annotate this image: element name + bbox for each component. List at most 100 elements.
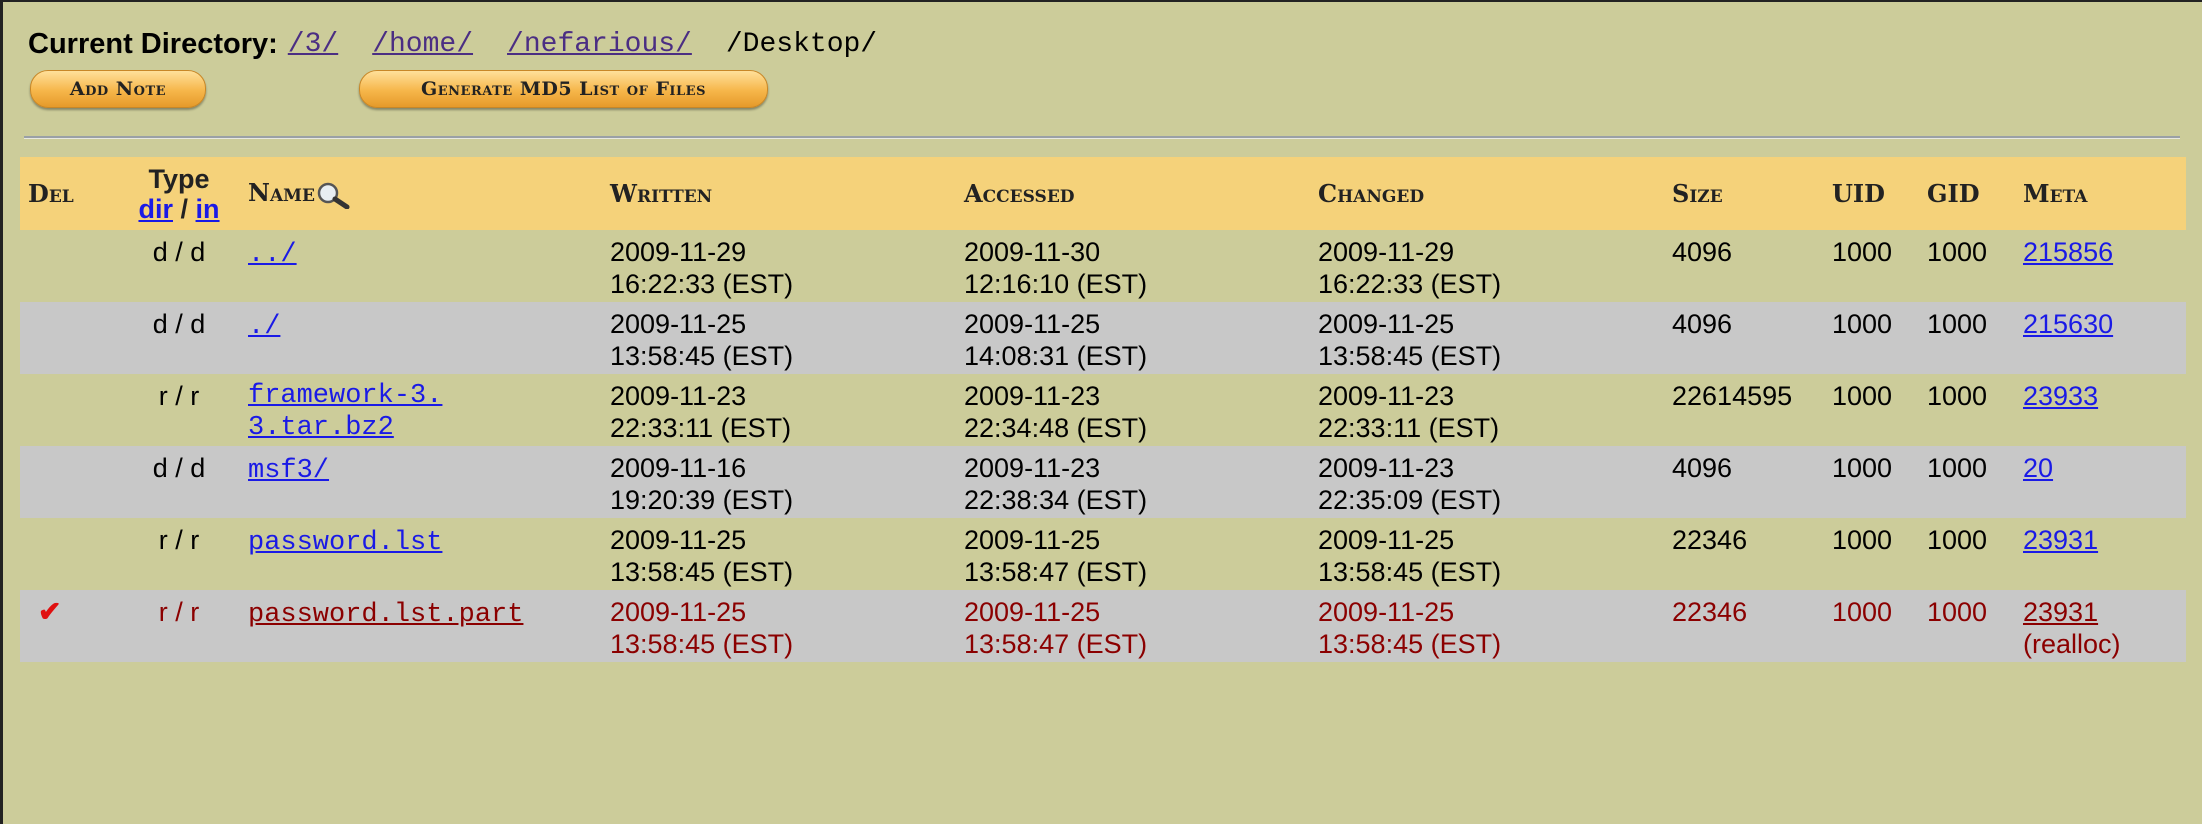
written-date: 2009-11-25 bbox=[610, 309, 747, 339]
size-cell: 4096 bbox=[1672, 309, 1733, 339]
meta-cell: 215630 bbox=[2015, 302, 2186, 374]
changed-time: 22:35:09 (EST) bbox=[1318, 485, 1502, 515]
name-cell: msf3/ bbox=[240, 446, 602, 518]
type-header-label: Type bbox=[148, 163, 210, 194]
changed-time: 13:58:45 (EST) bbox=[1318, 629, 1502, 659]
magnifier-icon[interactable] bbox=[315, 181, 355, 210]
accessed-date: 2009-11-25 bbox=[964, 525, 1101, 555]
written-cell: 2009-11-29 16:22:33 (EST) bbox=[602, 230, 956, 302]
del-cell bbox=[20, 374, 110, 446]
col-header-uid: UID bbox=[1832, 179, 1885, 208]
name-cell: framework-3.3.tar.bz2 bbox=[240, 374, 602, 446]
generate-md5-button[interactable]: Generate MD5 List of Files bbox=[359, 70, 768, 108]
meta-cell: 20 bbox=[2015, 446, 2186, 518]
file-name-link[interactable]: ../ bbox=[248, 240, 297, 270]
file-listing-table: Del Type dir / in Name Written Accessed … bbox=[20, 157, 2186, 662]
generate-md5-label: Generate MD5 List of Files bbox=[421, 78, 706, 100]
written-date: 2009-11-29 bbox=[610, 237, 747, 267]
del-cell bbox=[20, 230, 110, 302]
changed-cell: 2009-11-25 13:58:45 (EST) bbox=[1310, 302, 1664, 374]
file-name-link[interactable]: msf3/ bbox=[248, 456, 329, 486]
accessed-date: 2009-11-23 bbox=[964, 453, 1101, 483]
window-left-border bbox=[0, 0, 3, 824]
changed-time: 13:58:45 (EST) bbox=[1318, 557, 1502, 587]
meta-extra: (realloc) bbox=[2023, 629, 2121, 659]
divider bbox=[24, 136, 2180, 139]
meta-cell: 23931 (realloc) bbox=[2015, 590, 2186, 662]
changed-cell: 2009-11-23 22:33:11 (EST) bbox=[1310, 374, 1664, 446]
col-header-name: Name bbox=[240, 157, 602, 230]
gid-cell: 1000 bbox=[1927, 597, 1988, 627]
add-note-button[interactable]: Add Note bbox=[30, 70, 206, 108]
type-cell: d / d bbox=[152, 309, 206, 339]
meta-cell: 23933 bbox=[2015, 374, 2186, 446]
changed-date: 2009-11-23 bbox=[1318, 453, 1455, 483]
written-time: 13:58:45 (EST) bbox=[610, 629, 794, 659]
written-date: 2009-11-25 bbox=[610, 597, 747, 627]
type-cell: r / r bbox=[158, 597, 200, 627]
del-cell: ✔ bbox=[20, 590, 110, 662]
changed-time: 16:22:33 (EST) bbox=[1318, 269, 1502, 299]
written-cell: 2009-11-23 22:33:11 (EST) bbox=[602, 374, 956, 446]
type-cell: r / r bbox=[158, 525, 200, 555]
meta-link[interactable]: 23933 bbox=[2023, 381, 2098, 411]
file-name-link[interactable]: ./ bbox=[248, 312, 280, 342]
gid-cell: 1000 bbox=[1927, 309, 1988, 339]
type-cell: d / d bbox=[152, 453, 206, 483]
meta-link[interactable]: 20 bbox=[2023, 453, 2053, 483]
add-note-label: Add Note bbox=[69, 78, 167, 100]
accessed-date: 2009-11-25 bbox=[964, 597, 1101, 627]
accessed-cell: 2009-11-23 22:38:34 (EST) bbox=[956, 446, 1310, 518]
accessed-time: 13:58:47 (EST) bbox=[964, 629, 1148, 659]
accessed-cell: 2009-11-30 12:16:10 (EST) bbox=[956, 230, 1310, 302]
accessed-date: 2009-11-30 bbox=[964, 237, 1101, 267]
type-sep: / bbox=[180, 193, 189, 224]
changed-date: 2009-11-23 bbox=[1318, 381, 1455, 411]
table-row: d / d ./ 2009-11-25 13:58:45 (EST) 2009-1… bbox=[20, 302, 2186, 374]
written-cell: 2009-11-16 19:20:39 (EST) bbox=[602, 446, 956, 518]
file-name-link[interactable]: password.lst bbox=[248, 528, 442, 558]
size-cell: 22346 bbox=[1672, 525, 1748, 555]
meta-link[interactable]: 215856 bbox=[2023, 237, 2113, 267]
path-segment-3[interactable]: /3/ bbox=[288, 29, 338, 60]
meta-link[interactable]: 23931 bbox=[2023, 525, 2098, 555]
meta-link[interactable]: 215630 bbox=[2023, 309, 2113, 339]
changed-date: 2009-11-25 bbox=[1318, 597, 1455, 627]
written-time: 22:33:11 (EST) bbox=[610, 413, 792, 443]
table-row: ✔ r / r password.lst.part 2009-11-25 13:5… bbox=[20, 590, 2186, 662]
table-header-row: Del Type dir / in Name Written Accessed … bbox=[20, 157, 2186, 230]
changed-cell: 2009-11-23 22:35:09 (EST) bbox=[1310, 446, 1664, 518]
file-name-link[interactable]: framework-3.3.tar.bz2 bbox=[248, 380, 448, 444]
path-segment-home[interactable]: /home/ bbox=[372, 29, 473, 60]
type-dir-link[interactable]: dir bbox=[138, 194, 173, 224]
accessed-time: 13:58:47 (EST) bbox=[964, 557, 1148, 587]
accessed-cell: 2009-11-25 13:58:47 (EST) bbox=[956, 518, 1310, 590]
del-cell bbox=[20, 446, 110, 518]
gid-cell: 1000 bbox=[1927, 525, 1988, 555]
written-time: 13:58:45 (EST) bbox=[610, 557, 794, 587]
accessed-date: 2009-11-25 bbox=[964, 309, 1101, 339]
uid-cell: 1000 bbox=[1832, 237, 1893, 267]
name-cell: password.lst bbox=[240, 518, 602, 590]
file-name-link[interactable]: password.lst.part bbox=[248, 600, 523, 630]
uid-cell: 1000 bbox=[1832, 309, 1893, 339]
changed-date: 2009-11-29 bbox=[1318, 237, 1455, 267]
table-row: r / r password.lst 2009-11-25 13:58:45 (E… bbox=[20, 518, 2186, 590]
del-cell bbox=[20, 302, 110, 374]
accessed-date: 2009-11-23 bbox=[964, 381, 1101, 411]
col-header-written: Written bbox=[610, 179, 713, 208]
uid-cell: 1000 bbox=[1832, 453, 1893, 483]
col-header-gid: GID bbox=[1927, 179, 1980, 208]
meta-link[interactable]: 23931 bbox=[2023, 597, 2098, 627]
changed-cell: 2009-11-29 16:22:33 (EST) bbox=[1310, 230, 1664, 302]
written-cell: 2009-11-25 13:58:45 (EST) bbox=[602, 590, 956, 662]
written-date: 2009-11-25 bbox=[610, 525, 747, 555]
path-segment-nefarious[interactable]: /nefarious/ bbox=[507, 29, 692, 60]
changed-cell: 2009-11-25 13:58:45 (EST) bbox=[1310, 590, 1664, 662]
uid-cell: 1000 bbox=[1832, 381, 1893, 411]
changed-date: 2009-11-25 bbox=[1318, 525, 1455, 555]
changed-date: 2009-11-25 bbox=[1318, 309, 1455, 339]
type-in-link[interactable]: in bbox=[196, 194, 220, 224]
del-cell bbox=[20, 518, 110, 590]
accessed-time: 12:16:10 (EST) bbox=[964, 269, 1148, 299]
